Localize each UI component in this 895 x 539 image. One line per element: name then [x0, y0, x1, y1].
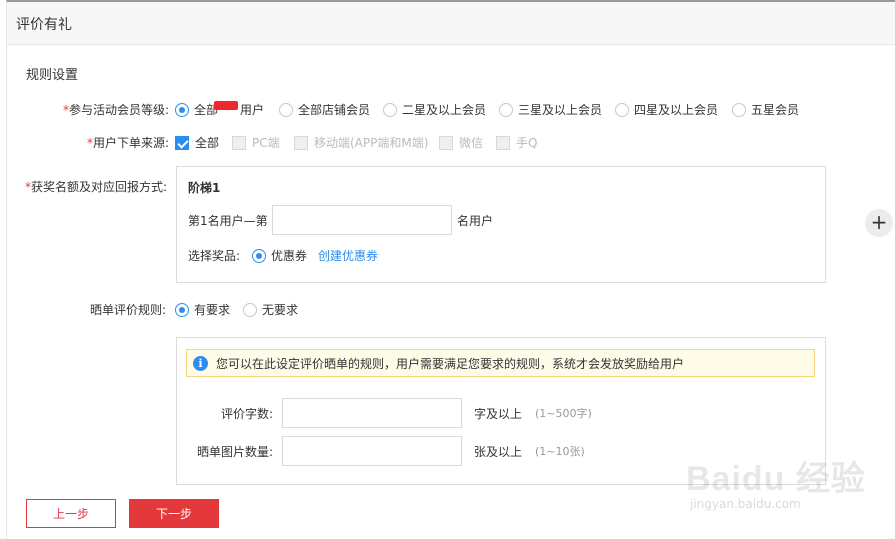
plus-icon[interactable]: + [865, 209, 893, 237]
order-source-option-mobile: 移动端(APP端和M端) [294, 134, 428, 151]
word-count-hint: (1~500字) [535, 407, 592, 420]
next-step-button[interactable]: 下一步 [129, 499, 219, 528]
radio-selected-icon[interactable] [252, 248, 266, 263]
checkbox-icon [439, 135, 453, 150]
checkbox-icon [232, 135, 246, 150]
radio-icon[interactable] [732, 102, 746, 117]
image-count-hint: (1~10张) [535, 445, 585, 458]
image-count-input[interactable] [282, 436, 462, 466]
member-level-option-3star[interactable]: 三星及以上会员 [499, 101, 602, 118]
checkbox-checked-icon[interactable] [175, 135, 189, 150]
order-source-option-all[interactable]: 全部 [175, 134, 219, 151]
order-source-label: *用户下单来源: [87, 136, 170, 150]
radio-icon[interactable] [499, 102, 513, 117]
order-source-option-pc: PC端 [232, 134, 280, 151]
radio-icon[interactable] [243, 302, 257, 317]
word-count-label: 评价字数: [221, 407, 274, 421]
image-count-suffix: 张及以上 [474, 445, 523, 459]
checkbox-icon [294, 135, 308, 150]
order-source-option-qq: 手Q [496, 134, 537, 151]
baidu-watermark: Baidu 经验 jingyan.baidu.com [686, 460, 866, 511]
radio-icon[interactable] [279, 102, 293, 117]
member-level-option-4star[interactable]: 四星及以上会员 [615, 101, 718, 118]
reward-tier-panel: 阶梯1 第1名用户—第 名用户 选择奖品: 优惠券 创建优惠券 [176, 166, 826, 283]
image-count-label: 晒单图片数量: [197, 445, 274, 459]
prize-option-coupon[interactable]: 优惠券 [252, 247, 307, 264]
prize-label: 选择奖品: [188, 249, 241, 263]
tier-title: 阶梯1 [188, 181, 221, 195]
member-level-option-5star[interactable]: 五星会员 [732, 101, 799, 118]
page-header: 评价有礼 [7, 2, 895, 45]
radio-selected-icon[interactable] [175, 302, 189, 317]
rank-prefix: 第1名用户—第 [188, 214, 268, 228]
create-coupon-link[interactable]: 创建优惠券 [318, 247, 378, 264]
page-title: 评价有礼 [16, 17, 72, 33]
member-level-option-2star[interactable]: 二星及以上会员 [383, 101, 486, 118]
review-rule-option-required[interactable]: 有要求 [175, 301, 230, 318]
word-count-input[interactable] [282, 398, 462, 428]
member-level-label: *参与活动会员等级: [63, 103, 170, 117]
radio-selected-icon[interactable] [175, 102, 189, 117]
info-text: 您可以在此设定评价晒单的规则，用户需要满足您要求的规则，系统才会发放奖励给用户 [216, 356, 685, 371]
review-rule-option-none[interactable]: 无要求 [243, 301, 298, 318]
rank-suffix: 名用户 [457, 214, 494, 228]
word-count-suffix: 字及以上 [474, 407, 523, 421]
reward-label: *获奖名额及对应回报方式: [25, 180, 168, 194]
review-rule-label: 晒单评价规则: [90, 303, 167, 317]
section-title: 规则设置 [26, 68, 79, 83]
checkbox-icon [496, 135, 510, 150]
member-level-option-store[interactable]: 全部店铺会员 [279, 101, 370, 118]
order-source-option-wechat: 微信 [439, 134, 483, 151]
radio-icon[interactable] [615, 102, 629, 117]
radio-icon[interactable] [383, 102, 397, 117]
info-banner: i 您可以在此设定评价晒单的规则，用户需要满足您要求的规则，系统才会发放奖励给用… [186, 349, 815, 377]
info-icon: i [193, 355, 208, 371]
prev-step-button[interactable]: 上一步 [26, 499, 116, 528]
redaction-mark [214, 101, 238, 110]
rank-input[interactable] [272, 205, 452, 235]
